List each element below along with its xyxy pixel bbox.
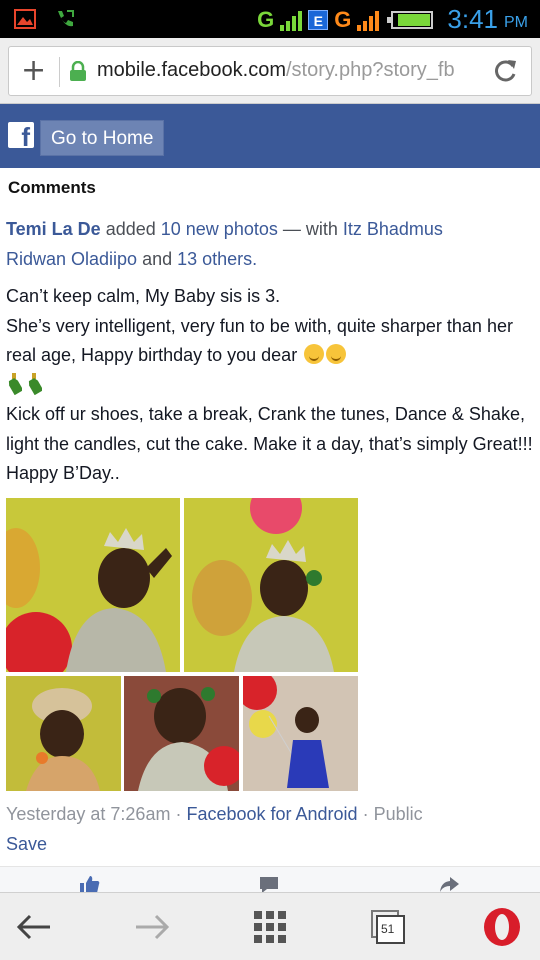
photo-5[interactable] <box>243 676 358 791</box>
comment-bubble-icon[interactable] <box>258 875 280 893</box>
go-to-home-button[interactable]: Go to Home <box>40 120 165 156</box>
like-thumb-icon[interactable] <box>78 875 100 893</box>
privacy-label: Public <box>373 804 423 824</box>
post-meta: Yesterday at 7:26am · Facebook for Andro… <box>6 804 423 825</box>
share-arrow-icon[interactable] <box>438 875 460 893</box>
comments-heading: Comments <box>8 178 96 197</box>
photo-3[interactable] <box>6 676 121 791</box>
save-link[interactable]: Save <box>6 834 47 855</box>
photo-1[interactable] <box>6 498 180 672</box>
divider <box>59 57 60 87</box>
url-host: mobile.facebook.com <box>97 59 286 81</box>
post-line-3: Kick off ur shoes, take a break, Crank t… <box>6 404 533 483</box>
gallery-notification-icon <box>14 9 36 29</box>
post-byline: Temi La De added 10 new photos — with It… <box>6 214 526 274</box>
address-bar[interactable]: + mobile.facebook.com/story.php?story_fb <box>8 46 532 96</box>
meta-separator: · <box>170 804 187 824</box>
url-text[interactable]: mobile.facebook.com/story.php?story_fb <box>97 59 487 82</box>
secure-lock-icon <box>70 61 86 81</box>
tab-count: 51 <box>381 922 395 936</box>
bottle-emoji-icon <box>8 372 22 395</box>
tagged-user-1[interactable]: Itz Bhadmus <box>343 219 443 239</box>
post-line-2: She’s very intelligent, very fun to be w… <box>6 315 513 366</box>
browser-bottom-bar: 51 <box>0 892 540 960</box>
call-notification-icon <box>58 10 74 27</box>
clock-time: 3:41 <box>447 4 498 34</box>
with-text: — with <box>277 219 343 239</box>
post-body: Can’t keep calm, My Baby sis is 3. She’s… <box>6 282 534 489</box>
new-tab-plus-icon[interactable]: + <box>21 53 46 88</box>
meta-separator: · <box>357 804 374 824</box>
bottle-emojis <box>6 371 534 401</box>
status-bar: G E G 3:41 PM <box>0 0 540 38</box>
photo-4[interactable] <box>124 676 239 791</box>
network-edge-badge: E <box>308 9 329 30</box>
photo-2[interactable] <box>184 498 358 672</box>
smile-emoji-icon <box>304 344 325 364</box>
post-line-1: Can’t keep calm, My Baby sis is 3. <box>6 286 281 306</box>
via-app-link[interactable]: Facebook for Android <box>186 804 357 824</box>
others-link[interactable]: 13 others. <box>177 249 257 269</box>
browser-toolbar: + mobile.facebook.com/story.php?story_fb <box>0 38 540 104</box>
post-timestamp[interactable]: Yesterday at 7:26am <box>6 804 170 824</box>
facebook-logo-icon[interactable]: f <box>8 122 34 148</box>
tabs-button[interactable]: 51 <box>368 907 408 947</box>
smile-emoji-icon <box>326 344 347 364</box>
back-arrow-icon[interactable] <box>14 907 54 947</box>
network-type-2: G <box>334 6 352 32</box>
forward-arrow-icon[interactable] <box>132 907 172 947</box>
network-type-1: G <box>257 6 275 32</box>
author-link[interactable]: Temi La De <box>6 219 101 239</box>
post-action-bar <box>0 866 540 893</box>
photos-link[interactable]: 10 new photos <box>161 219 278 239</box>
tagged-user-2[interactable]: Ridwan Oladiipo <box>6 249 137 269</box>
battery-icon <box>387 10 434 29</box>
clock-ampm: PM <box>504 13 528 31</box>
signal-bars-1-icon <box>280 9 303 31</box>
speed-dial-grid-icon[interactable] <box>250 907 290 947</box>
reload-icon[interactable] <box>491 57 519 85</box>
signal-bars-2-icon <box>357 9 380 31</box>
facebook-header: f Go to Home <box>0 104 540 168</box>
added-text: added <box>100 219 161 239</box>
opera-menu-icon[interactable] <box>482 907 522 947</box>
and-text: and <box>137 249 178 269</box>
url-path: /story.php?story_fb <box>285 59 455 81</box>
bottle-emoji-icon <box>28 372 42 395</box>
